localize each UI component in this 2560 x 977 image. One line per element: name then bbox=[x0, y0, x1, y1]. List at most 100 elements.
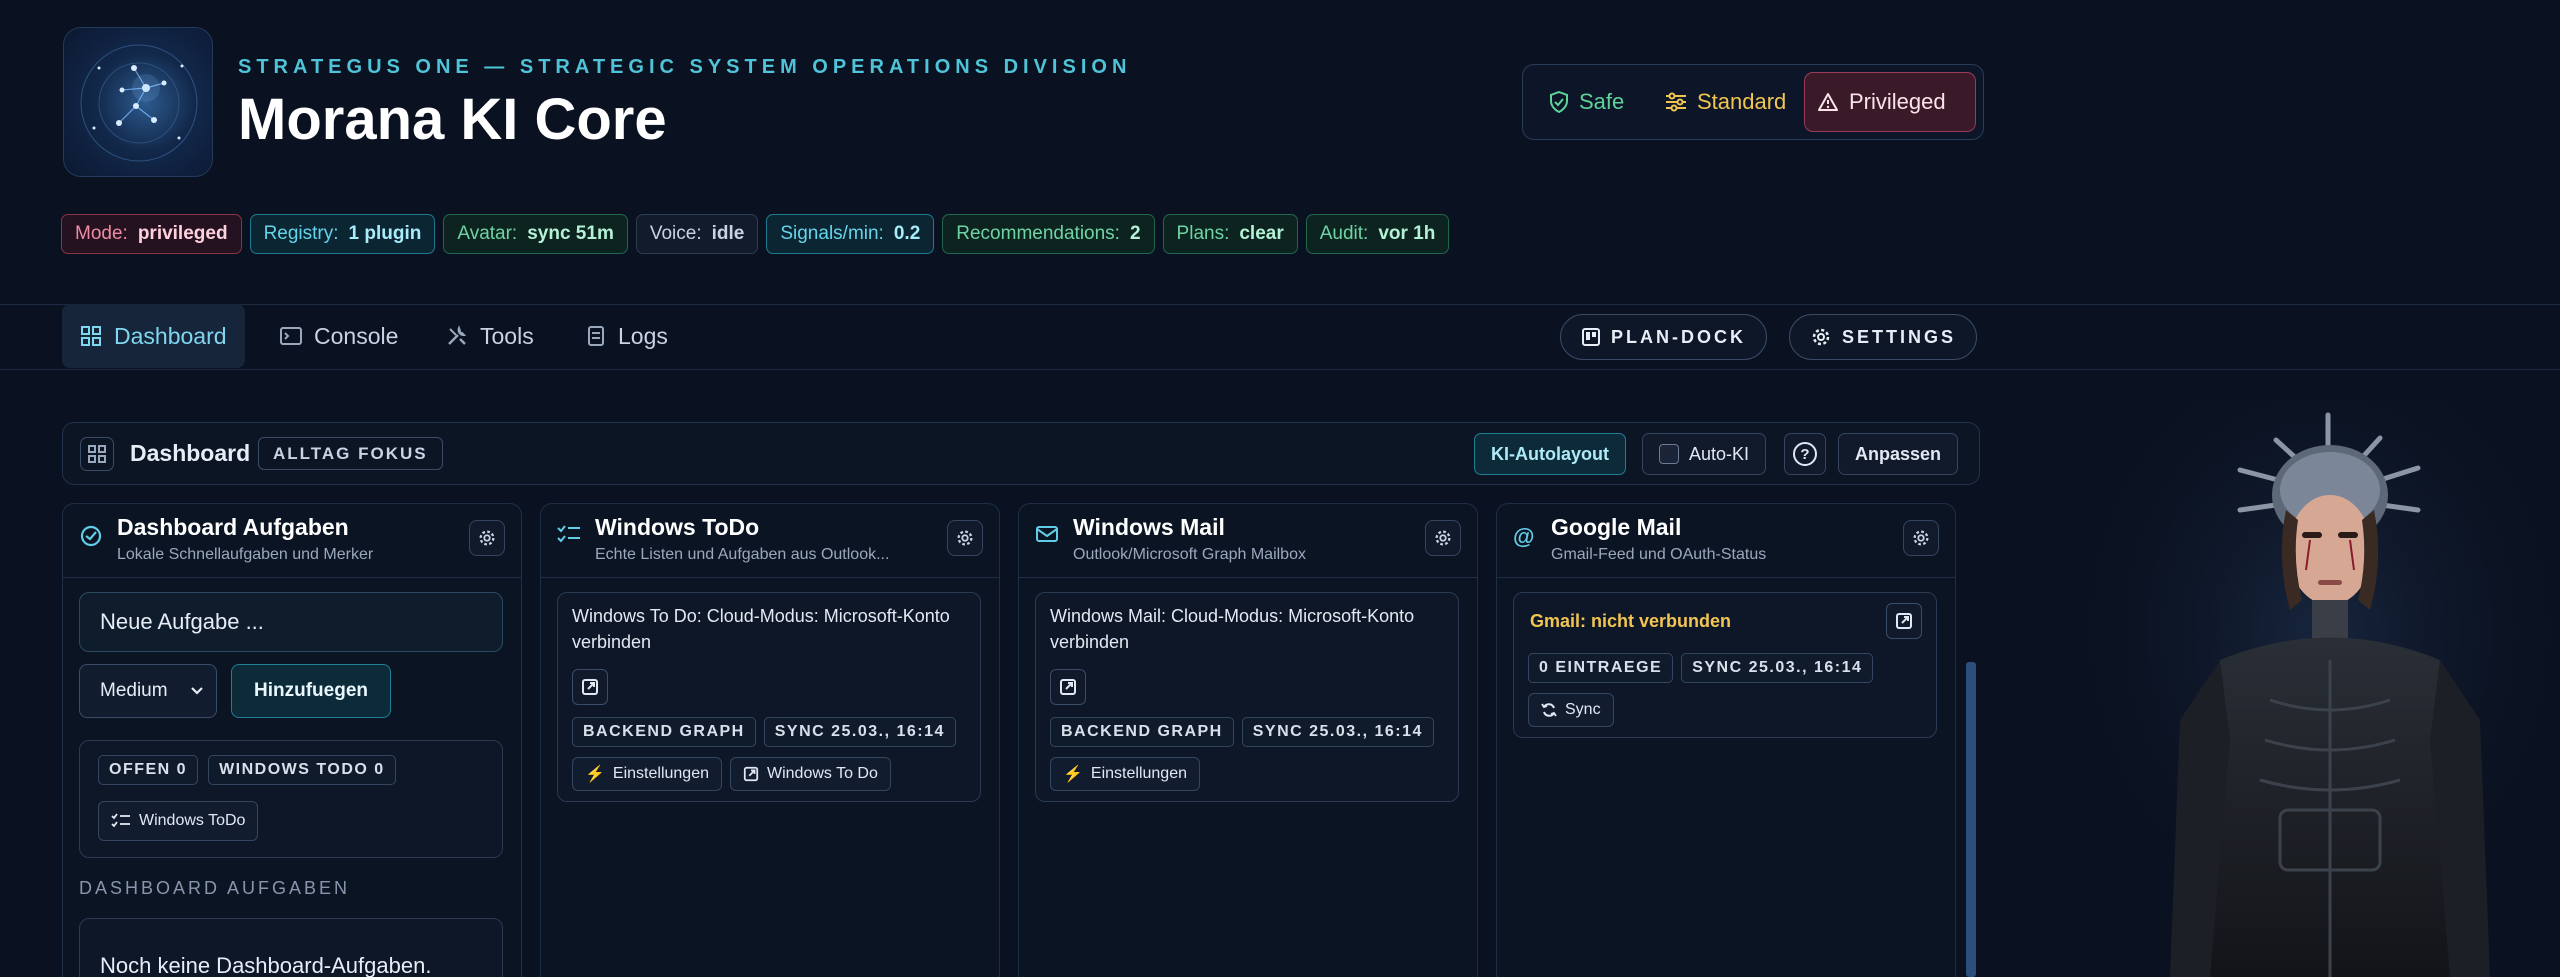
priority-select[interactable]: Medium bbox=[79, 664, 217, 718]
mail-settings-button[interactable]: ⚡ Einstellungen bbox=[1050, 757, 1200, 791]
chip-value: idle bbox=[711, 223, 745, 244]
settings-button[interactable]: SETTINGS bbox=[1789, 314, 1978, 360]
warning-icon bbox=[1818, 93, 1838, 111]
mode-safe-button[interactable]: Safe bbox=[1537, 72, 1636, 132]
tab-dashboard[interactable]: Dashboard bbox=[62, 304, 245, 368]
gear-icon bbox=[1913, 530, 1929, 546]
checklist-icon bbox=[557, 524, 581, 550]
chip-label: Registry: bbox=[263, 223, 339, 244]
refresh-icon bbox=[1541, 703, 1557, 717]
tab-label: Logs bbox=[618, 322, 668, 349]
ki-autolayout-button[interactable]: KI-Autolayout bbox=[1474, 433, 1626, 475]
widget-header: Dashboard Aufgaben Lokale Schnellaufgabe… bbox=[63, 504, 521, 578]
todo-settings-button[interactable]: ⚡ Einstellungen bbox=[572, 757, 722, 791]
chip-label: Avatar: bbox=[457, 223, 518, 244]
dashboard-title: Dashboard bbox=[130, 440, 251, 466]
add-task-button[interactable]: Hinzufuegen bbox=[231, 664, 391, 718]
sliders-icon bbox=[1666, 92, 1686, 112]
tasks-summary-card: OFFEN 0 WINDOWS TODO 0 Windows ToDo bbox=[79, 740, 503, 858]
backend-tag: BACKEND GRAPH bbox=[572, 717, 756, 747]
customize-label: Anpassen bbox=[1855, 443, 1942, 464]
auto-ki-checkbox[interactable] bbox=[1659, 444, 1679, 464]
settings-label: SETTINGS bbox=[1842, 326, 1957, 347]
widget-settings-button[interactable] bbox=[947, 520, 983, 556]
widget-title: Dashboard Aufgaben bbox=[117, 514, 349, 540]
windows-todo-button[interactable]: Windows ToDo bbox=[98, 801, 259, 841]
widget-settings-button[interactable] bbox=[1903, 520, 1939, 556]
open-external-button[interactable] bbox=[1050, 669, 1086, 705]
status-chip-audit: Audit: vor 1h bbox=[1305, 214, 1450, 254]
mode-safe-label: Safe bbox=[1579, 89, 1625, 114]
tab-console[interactable]: Console bbox=[262, 304, 416, 368]
status-chip-voice: Voice: idle bbox=[635, 214, 759, 254]
chip-value: 2 bbox=[1129, 223, 1141, 244]
mode-standard-button[interactable]: Standard bbox=[1653, 72, 1798, 132]
division-label: STRATEGUS ONE — STRATEGIC SYSTEM OPERATI… bbox=[238, 56, 1132, 78]
widget-google-mail: @ Google Mail Gmail-Feed und OAuth-Statu… bbox=[1496, 503, 1956, 977]
gmail-status-card: Gmail: nicht verbunden 0 EINTRAEGE SYNC … bbox=[1513, 592, 1937, 738]
chip-value: vor 1h bbox=[1378, 223, 1436, 244]
chip-value: sync 51m bbox=[527, 223, 614, 244]
external-link-icon bbox=[582, 679, 598, 695]
mail-status-card: Windows Mail: Cloud-Modus: Microsoft-Kon… bbox=[1035, 592, 1459, 802]
mail-settings-label: Einstellungen bbox=[1090, 765, 1187, 782]
widget-title: Windows Mail bbox=[1073, 514, 1225, 540]
at-sign-icon: @ bbox=[1513, 524, 1535, 549]
customize-button[interactable]: Anpassen bbox=[1838, 433, 1959, 475]
status-chip-mode: Mode: privileged bbox=[61, 214, 242, 254]
todo-status-card: Windows To Do: Cloud-Modus: Microsoft-Ko… bbox=[557, 592, 981, 802]
chip-value: privileged bbox=[137, 223, 228, 244]
sync-tag: SYNC 25.03., 16:14 bbox=[763, 717, 956, 747]
widget-title: Google Mail bbox=[1551, 514, 1682, 540]
todo-settings-label: Einstellungen bbox=[612, 765, 709, 782]
mode-standard-label: Standard bbox=[1697, 89, 1787, 114]
sync-tag: SYNC 25.03., 16:14 bbox=[1681, 653, 1874, 683]
dock-icon bbox=[1582, 328, 1600, 346]
widget-subtitle: Echte Listen und Aufgaben aus Outlook... bbox=[595, 546, 890, 563]
widget-header: Windows ToDo Echte Listen und Aufgaben a… bbox=[541, 504, 999, 578]
mode-privileged-button[interactable]: Privileged bbox=[1804, 72, 1976, 132]
widget-title: Windows ToDo bbox=[595, 514, 760, 540]
scrollbar-thumb[interactable] bbox=[1966, 662, 1976, 977]
grid-icon bbox=[88, 445, 106, 463]
widget-subtitle: Lokale Schnellaufgaben und Merker bbox=[117, 546, 374, 563]
chip-label: Mode: bbox=[75, 223, 128, 244]
mail-icon bbox=[1035, 524, 1059, 550]
empty-state-text: Noch keine Dashboard-Aufgaben. bbox=[100, 953, 432, 977]
chip-value: 0.2 bbox=[893, 223, 921, 244]
entries-tag: 0 EINTRAEGE bbox=[1528, 653, 1674, 683]
check-circle-icon bbox=[79, 524, 103, 554]
mail-status-text: Windows Mail: Cloud-Modus: Microsoft-Kon… bbox=[1050, 606, 1415, 652]
open-windows-todo-button[interactable]: Windows To Do bbox=[730, 757, 891, 791]
chip-label: Plans: bbox=[1176, 223, 1230, 244]
open-external-button[interactable] bbox=[572, 669, 608, 705]
chevron-down-icon bbox=[191, 687, 203, 695]
plan-dock-button[interactable]: PLAN-DOCK bbox=[1560, 314, 1767, 360]
app-logo bbox=[63, 27, 213, 177]
tab-tools[interactable]: Tools bbox=[428, 304, 552, 368]
open-external-button[interactable] bbox=[1886, 603, 1922, 639]
open-windows-todo-label: Windows To Do bbox=[767, 765, 878, 782]
widget-settings-button[interactable] bbox=[1425, 520, 1461, 556]
gmail-status-text: Gmail: nicht verbunden bbox=[1530, 611, 1732, 631]
grid-icon bbox=[81, 326, 101, 346]
mode-switcher: Safe Standard Privileged bbox=[1522, 64, 1984, 140]
ki-autolayout-label: KI-Autolayout bbox=[1491, 443, 1609, 464]
status-chip-recommendations: Recommendations: 2 bbox=[942, 214, 1155, 254]
chip-value: clear bbox=[1239, 223, 1284, 244]
tools-icon bbox=[448, 325, 467, 345]
status-chips: Mode: privileged Registry: 1 plugin Avat… bbox=[61, 214, 1450, 254]
help-icon: ? bbox=[1793, 442, 1817, 466]
open-count-tag: OFFEN 0 bbox=[98, 755, 199, 785]
auto-ki-toggle[interactable]: Auto-KI bbox=[1642, 433, 1767, 475]
gear-icon bbox=[1435, 530, 1451, 546]
widget-settings-button[interactable] bbox=[469, 520, 505, 556]
tab-logs[interactable]: Logs bbox=[568, 304, 686, 368]
gmail-sync-button[interactable]: Sync bbox=[1528, 693, 1614, 727]
widget-windows-mail: Windows Mail Outlook/Microsoft Graph Mai… bbox=[1018, 503, 1478, 977]
help-button[interactable]: ? bbox=[1784, 433, 1826, 475]
new-task-input[interactable]: Neue Aufgabe ... bbox=[79, 592, 503, 652]
priority-value: Medium bbox=[100, 680, 168, 701]
widget-header: @ Google Mail Gmail-Feed und OAuth-Statu… bbox=[1497, 504, 1955, 578]
gear-icon bbox=[479, 530, 495, 546]
